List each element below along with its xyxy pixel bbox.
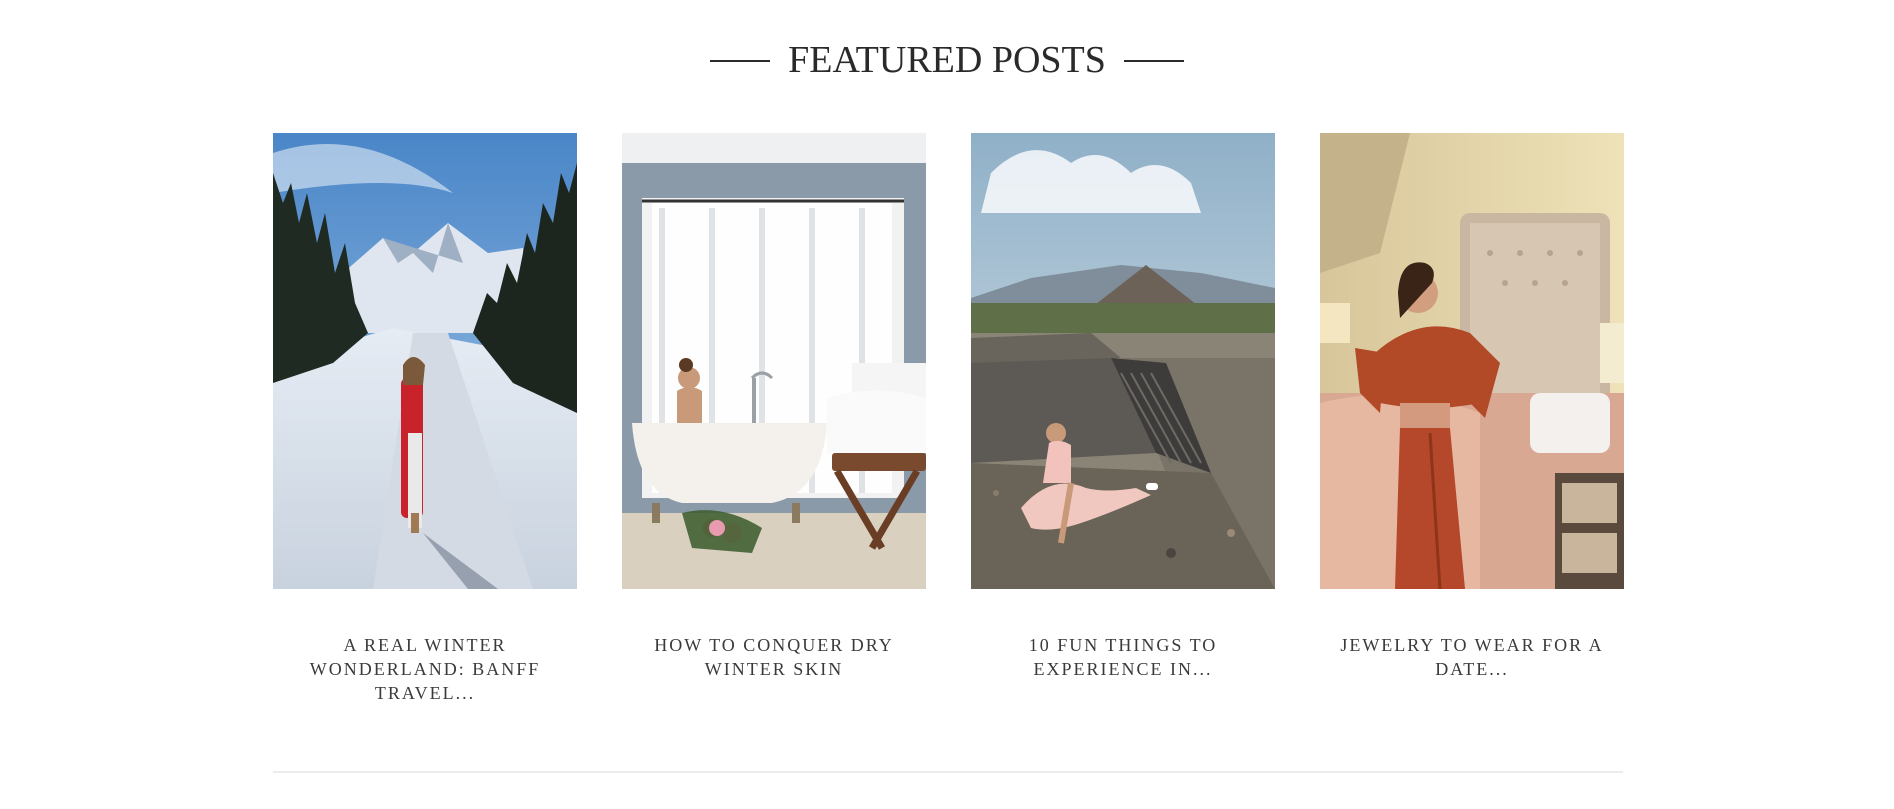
section-title: FEATURED POSTS [788,39,1106,81]
post-title-link[interactable]: JEWELRY TO WEAR FOR A DATE... [1320,633,1624,681]
pyramid-photo [971,133,1275,589]
section-divider [273,771,1623,773]
post-thumbnail-link[interactable] [622,133,926,589]
post-card: A REAL WINTER WONDERLAND: BANFF TRAVEL..… [273,133,577,733]
post-thumbnail-link[interactable] [1320,133,1624,589]
post-title-link[interactable]: HOW TO CONQUER DRY WINTER SKIN [622,633,926,681]
heading-rule-left [710,59,771,62]
post-card: JEWELRY TO WEAR FOR A DATE... [1320,133,1624,733]
post-thumbnail-link[interactable] [971,133,1275,589]
post-card: HOW TO CONQUER DRY WINTER SKIN [622,133,926,733]
bedroom-portrait-photo [1320,133,1624,589]
bathtub-photo [622,133,926,589]
section-header: FEATURED POSTS [0,38,1894,83]
post-title-link[interactable]: 10 FUN THINGS TO EXPERIENCE IN... [971,633,1275,681]
featured-posts-grid: A REAL WINTER WONDERLAND: BANFF TRAVEL..… [273,133,1624,733]
heading-rule-right [1123,59,1184,62]
post-thumbnail-link[interactable] [273,133,577,589]
winter-road-photo [273,133,577,589]
post-title-link[interactable]: A REAL WINTER WONDERLAND: BANFF TRAVEL..… [273,633,577,705]
post-card: 10 FUN THINGS TO EXPERIENCE IN... [971,133,1275,733]
